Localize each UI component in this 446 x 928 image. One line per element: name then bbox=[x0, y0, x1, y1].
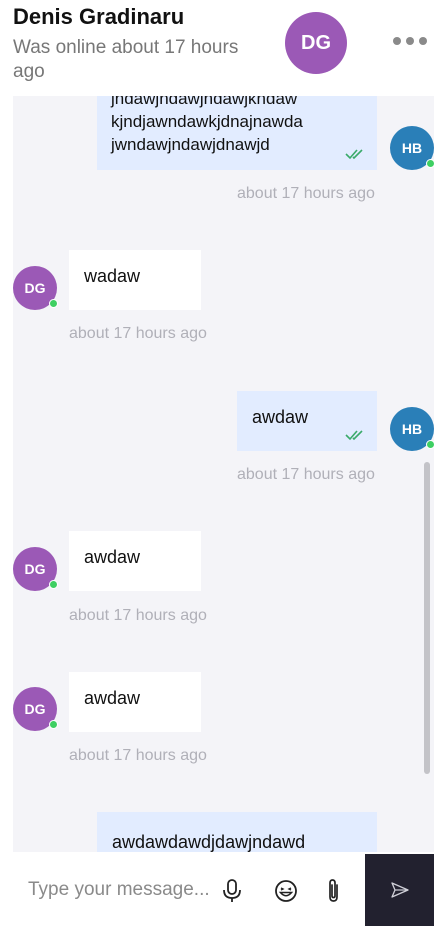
message-text: awdaw bbox=[252, 407, 309, 427]
message-bubble-outgoing[interactable]: awdaw bbox=[237, 391, 377, 451]
avatar[interactable]: HB bbox=[390, 407, 434, 451]
message-list-scrollbar[interactable] bbox=[424, 462, 430, 774]
contact-name[interactable]: Denis Gradinaru bbox=[13, 4, 184, 30]
send-button[interactable] bbox=[365, 854, 434, 926]
message-bubble-incoming[interactable]: awdaw bbox=[69, 531, 201, 591]
emoji-icon[interactable] bbox=[273, 878, 299, 904]
message-timestamp: about 17 hours ago bbox=[237, 466, 375, 483]
contact-last-seen: Was online about 17 hours ago bbox=[13, 37, 239, 82]
message-text: jndawjndawjndawjkndaw kjndjawndawkjdnajn… bbox=[111, 96, 303, 154]
message-input[interactable] bbox=[13, 852, 213, 928]
more-dot bbox=[406, 37, 414, 45]
online-status-dot bbox=[49, 299, 58, 308]
message-text: wadaw bbox=[84, 266, 141, 286]
avatar-initials: HB bbox=[401, 421, 423, 437]
paperclip-icon[interactable] bbox=[321, 878, 347, 904]
send-icon bbox=[390, 882, 409, 898]
avatar[interactable]: DG bbox=[13, 547, 58, 591]
avatar-initials: DG bbox=[24, 701, 46, 717]
online-status-dot bbox=[49, 720, 58, 729]
message-bubble-outgoing[interactable]: jndawjndawjndawjkndaw kjndjawndawkjdnajn… bbox=[97, 96, 377, 170]
avatar[interactable]: DG bbox=[13, 687, 58, 731]
message-bubble-incoming[interactable]: wadaw bbox=[69, 250, 201, 310]
message-timestamp: about 17 hours ago bbox=[69, 325, 207, 342]
message-bubble-incoming[interactable]: awdaw bbox=[69, 672, 201, 732]
message-text: awdawdawdjdawjndawd bbox=[112, 832, 306, 852]
more-horizontal-icon bbox=[393, 37, 401, 45]
online-status-dot bbox=[426, 440, 434, 449]
online-status-dot bbox=[49, 580, 58, 589]
message-list[interactable]: jndawjndawjndawjkndaw kjndjawndawkjdnajn… bbox=[13, 96, 434, 852]
avatar-initials: HB bbox=[401, 140, 423, 156]
header-avatar[interactable]: DG bbox=[285, 12, 347, 74]
more-options-button[interactable] bbox=[390, 26, 430, 56]
message-bubble-outgoing[interactable]: awdawdawdjdawjndawd bbox=[97, 812, 377, 852]
avatar-initials: DG bbox=[24, 280, 46, 296]
avatar[interactable]: HB bbox=[390, 126, 434, 170]
online-status-dot bbox=[426, 159, 434, 168]
microphone-icon[interactable] bbox=[219, 878, 245, 904]
message-text: awdaw bbox=[84, 547, 141, 567]
double-check-icon bbox=[345, 149, 363, 160]
message-text: awdaw bbox=[84, 688, 141, 708]
message-timestamp: about 17 hours ago bbox=[69, 747, 207, 764]
chat-header: Denis Gradinaru Was online about 17 hour… bbox=[0, 0, 446, 96]
message-timestamp: about 17 hours ago bbox=[69, 607, 207, 624]
avatar-initials: DG bbox=[24, 561, 46, 577]
message-timestamp: about 17 hours ago bbox=[237, 185, 375, 202]
avatar[interactable]: DG bbox=[13, 266, 58, 310]
double-check-icon bbox=[345, 430, 363, 441]
more-dot bbox=[419, 37, 427, 45]
message-composer bbox=[0, 852, 446, 928]
